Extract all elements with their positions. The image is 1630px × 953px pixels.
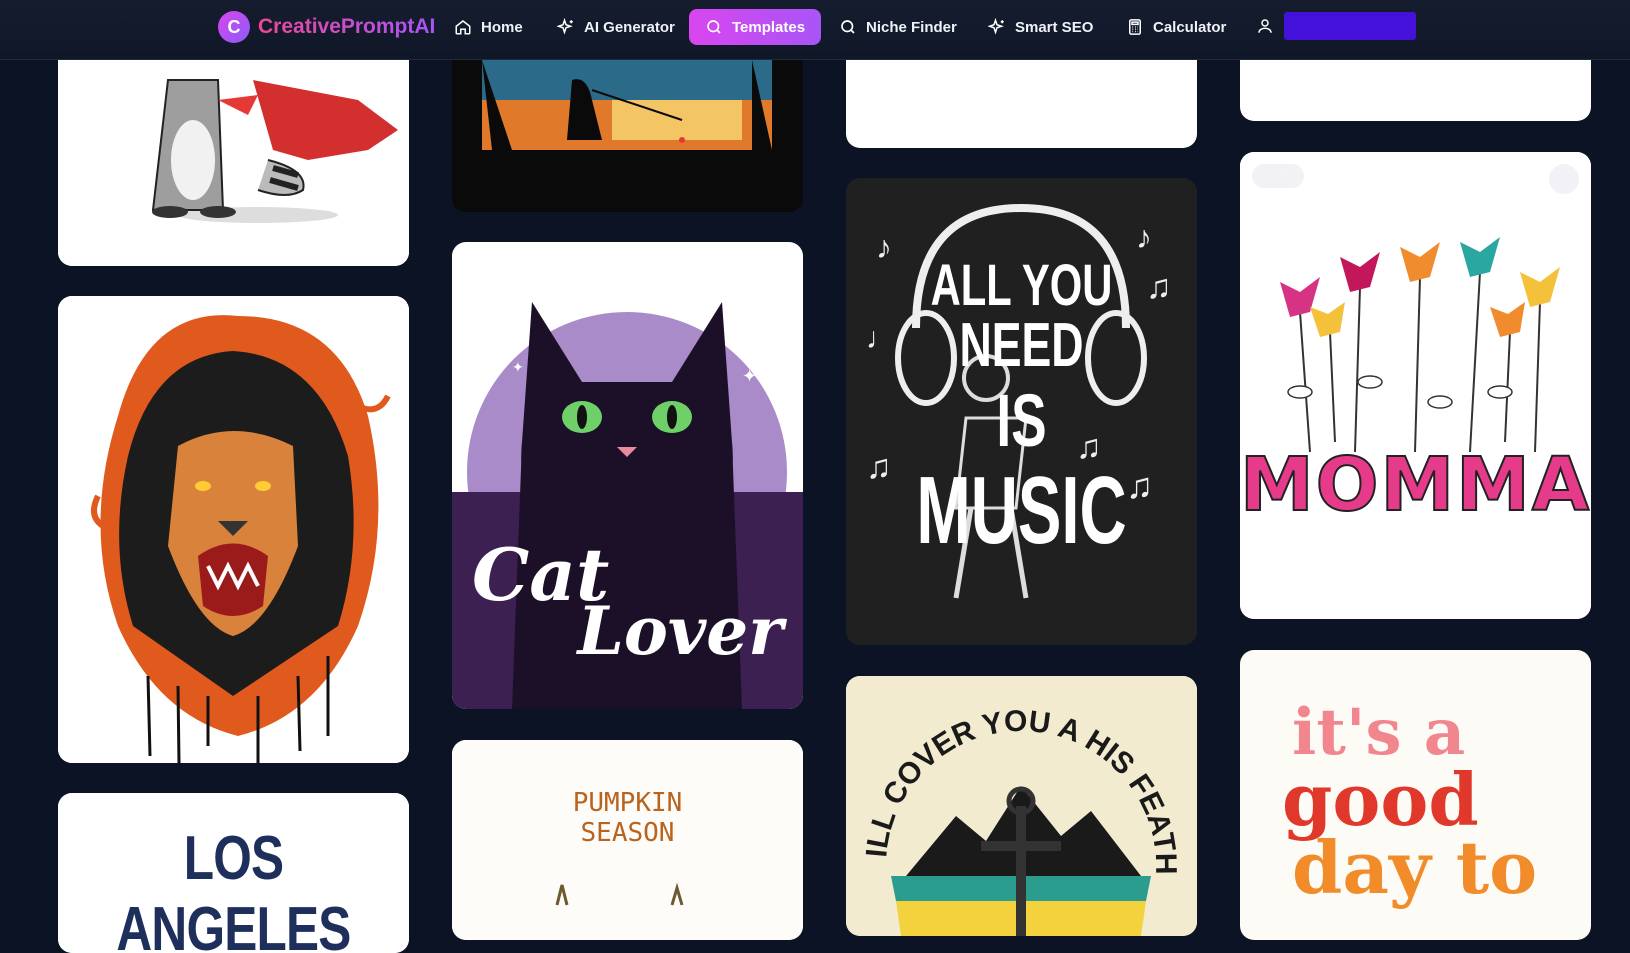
pumpkin-line2: SEASON [580, 818, 675, 848]
brand-name: CreativePromptAI [258, 15, 436, 38]
sparkles-icon [988, 18, 1004, 35]
svg-text:♩: ♩ [866, 322, 896, 355]
pumpkin-line1: PUMPKIN [572, 788, 683, 818]
logo-mark: C [218, 11, 250, 43]
sparkles-icon [557, 18, 573, 35]
music-line4: MUSIC [916, 457, 1127, 564]
template-card-fishing[interactable] [452, 40, 803, 212]
cta-button[interactable] [1284, 12, 1416, 40]
svg-text:✦: ✦ [742, 366, 757, 386]
lion-art [58, 296, 409, 763]
good-day-line3: day to [1292, 825, 1538, 910]
svg-text:♫: ♫ [1146, 268, 1172, 306]
svg-text:✦: ✦ [512, 359, 524, 375]
template-card-cat-lover[interactable]: ✦ ✦ ✦ Cat Lover [452, 242, 803, 709]
brand-logo[interactable]: C CreativePromptAI [218, 11, 435, 43]
template-card-lion[interactable] [58, 296, 409, 763]
template-card-feathers[interactable]: HE WILL COVER YOU A HIS FEATHERS [846, 676, 1197, 936]
svg-text:♪: ♪ [876, 229, 892, 265]
nav-niche-finder[interactable]: Niche Finder [831, 9, 965, 45]
favorite-icon[interactable] [1549, 164, 1579, 194]
nav-templates-label: Templates [732, 18, 806, 36]
raccoon-art [58, 40, 409, 266]
svg-text:✦: ✦ [612, 299, 625, 316]
fishing-sunset-art [452, 40, 803, 212]
music-line2: NEED [959, 311, 1084, 380]
top-nav: C CreativePromptAI Home AI Generator Tem… [0, 0, 1630, 60]
svg-text:♫: ♫ [866, 448, 892, 486]
nav-smart-seo-label: Smart SEO [1015, 18, 1094, 36]
nav-calculator[interactable]: Calculator [1118, 9, 1234, 45]
home-icon [455, 20, 471, 35]
nav-niche-finder-label: Niche Finder [866, 18, 957, 36]
momma-word: MOMMA [1240, 441, 1591, 529]
nav-ai-generator-label: AI Generator [584, 18, 675, 36]
nav-home[interactable]: Home [446, 9, 531, 45]
template-card-music[interactable]: ♪ ♪ ♩ ♫ ♫ ♫ ♫ ALL YOU NEED IS MUSIC [846, 178, 1197, 645]
cat-lover-line2: Lover [577, 592, 783, 670]
template-card-raccoon[interactable] [58, 40, 409, 266]
template-card-momma[interactable]: T-Shirt MOMMA [1240, 152, 1591, 619]
calculator-icon [1129, 19, 1141, 35]
category-badge: T-Shirt [1252, 164, 1305, 188]
svg-text:♪: ♪ [1136, 219, 1152, 255]
search-icon [841, 20, 855, 34]
template-card-los-angeles[interactable]: LOS ANGELES [58, 793, 409, 953]
search-icon [707, 20, 721, 34]
nav-smart-seo[interactable]: Smart SEO [980, 9, 1101, 45]
nav-calculator-label: Calculator [1153, 18, 1227, 36]
template-card-good-day[interactable]: it's a good day to [1240, 650, 1591, 940]
momma-flowers-art [1240, 152, 1591, 619]
los-angeles-text: LOS ANGELES [116, 824, 351, 953]
user-icon[interactable] [1256, 17, 1274, 35]
nav-home-label: Home [481, 18, 523, 36]
music-line3: IS [996, 379, 1047, 462]
feathers-anchor-art: HE WILL COVER YOU A HIS FEATHERS [846, 676, 1197, 936]
nav-templates[interactable]: Templates [689, 9, 822, 45]
music-line1: ALL YOU [930, 253, 1113, 318]
nav-ai-generator[interactable]: AI Generator [549, 9, 683, 45]
template-card-pumpkin[interactable]: PUMPKIN SEASON [452, 740, 803, 940]
